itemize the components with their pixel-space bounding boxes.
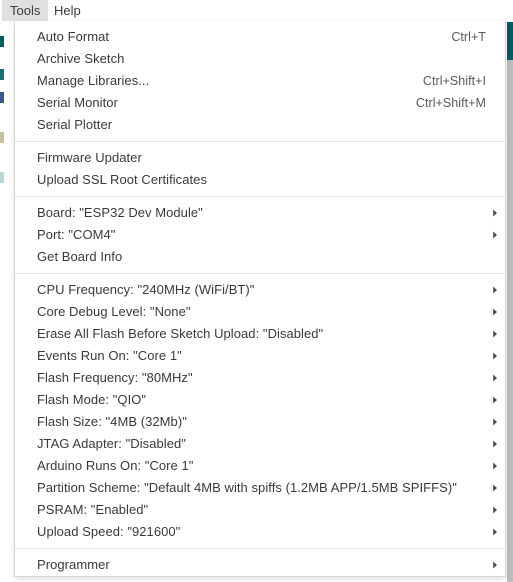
boards-manager-icon[interactable] — [0, 69, 4, 80]
menu-item-label: Events Run On: "Core 1" — [37, 348, 182, 363]
menu-item[interactable]: Programmer — [15, 554, 505, 576]
menu-item[interactable]: Burn Bootloader — [15, 576, 505, 577]
menu-item[interactable]: Serial Monitor Ctrl+Shift+M — [15, 92, 505, 114]
chevron-right-icon — [490, 505, 500, 515]
menu-item[interactable]: Erase All Flash Before Sketch Upload: "D… — [15, 323, 505, 345]
menu-separator — [15, 141, 505, 142]
menu-item-label: Board: "ESP32 Dev Module" — [37, 205, 203, 220]
chevron-right-icon — [490, 527, 500, 537]
menu-item[interactable]: Partition Scheme: "Default 4MB with spif… — [15, 477, 505, 499]
menu-item-label: Serial Plotter — [37, 117, 113, 132]
menu-item-label: Partition Scheme: "Default 4MB with spif… — [37, 480, 457, 495]
sketchbook-icon[interactable] — [0, 36, 4, 47]
menu-item-label: Programmer — [37, 557, 110, 572]
menu-item[interactable]: Upload SSL Root Certificates — [15, 169, 505, 191]
menu-item-label: Get Board Info — [37, 249, 123, 264]
menu-bar: Tools Help — [0, 0, 513, 21]
menu-item[interactable]: CPU Frequency: "240MHz (WiFi/BT)" — [15, 279, 505, 301]
menu-item-label: Flash Mode: "QIO" — [37, 392, 147, 407]
menu-item[interactable]: Core Debug Level: "None" — [15, 301, 505, 323]
menu-item[interactable]: Flash Mode: "QIO" — [15, 389, 505, 411]
menu-item-shortcut: Ctrl+Shift+I — [422, 74, 486, 88]
chevron-right-icon — [490, 329, 500, 339]
menu-item[interactable]: Flash Size: "4MB (32Mb)" — [15, 411, 505, 433]
tools-menu-list: Auto Format Ctrl+T Archive Sketch Manage Li… — [15, 21, 505, 577]
menu-item-label: Core Debug Level: "None" — [37, 304, 191, 319]
menu-item-label: Serial Monitor — [37, 95, 118, 110]
menu-item-label: Archive Sketch — [37, 51, 125, 66]
menu-item-label: Manage Libraries... — [37, 73, 150, 88]
menu-item[interactable]: Serial Plotter — [15, 114, 505, 136]
menu-item-label: Flash Size: "4MB (32Mb)" — [37, 414, 187, 429]
chevron-right-icon — [490, 461, 500, 471]
menu-item[interactable]: Board: "ESP32 Dev Module" — [15, 202, 505, 224]
menu-separator — [15, 196, 505, 197]
debug-icon[interactable] — [0, 132, 4, 143]
menu-item-label: Arduino Runs On: "Core 1" — [37, 458, 194, 473]
chevron-right-icon — [490, 285, 500, 295]
menu-item[interactable]: Manage Libraries... Ctrl+Shift+I — [15, 70, 505, 92]
menu-item[interactable]: Events Run On: "Core 1" — [15, 345, 505, 367]
chevron-right-icon — [490, 395, 500, 405]
menu-item-label: Auto Format — [37, 29, 110, 44]
tools-dropdown-menu: Auto Format Ctrl+T Archive Sketch Manage Li… — [14, 21, 506, 577]
menu-separator — [15, 548, 505, 549]
menu-item-label: Flash Frequency: "80MHz" — [37, 370, 193, 385]
menu-item[interactable]: Archive Sketch — [15, 48, 505, 70]
menu-item[interactable]: JTAG Adapter: "Disabled" — [15, 433, 505, 455]
menu-item-shortcut: Ctrl+T — [451, 30, 486, 44]
menu-item[interactable]: Flash Frequency: "80MHz" — [15, 367, 505, 389]
menu-item[interactable]: Auto Format Ctrl+T — [15, 26, 505, 48]
chevron-right-icon — [490, 373, 500, 383]
right-scrollbar-strip[interactable] — [507, 60, 513, 582]
activity-bar-rail — [0, 22, 5, 582]
library-manager-icon[interactable] — [0, 92, 4, 103]
menu-item[interactable]: Upload Speed: "921600" — [15, 521, 505, 543]
menu-item-label: Upload SSL Root Certificates — [37, 172, 207, 187]
chevron-right-icon — [490, 351, 500, 361]
menu-item[interactable]: PSRAM: "Enabled" — [15, 499, 505, 521]
menu-item-label: JTAG Adapter: "Disabled" — [37, 436, 186, 451]
chevron-right-icon — [490, 560, 500, 570]
menu-item-label: Firmware Updater — [37, 150, 142, 165]
chevron-right-icon — [490, 307, 500, 317]
menu-item-label: Erase All Flash Before Sketch Upload: "D… — [37, 326, 324, 341]
menu-item-label: PSRAM: "Enabled" — [37, 502, 149, 517]
menu-item-label: Upload Speed: "921600" — [37, 524, 181, 539]
menu-item-shortcut: Ctrl+Shift+M — [415, 96, 486, 110]
menu-item-label: Port: "COM4" — [37, 227, 116, 242]
menu-item[interactable]: Arduino Runs On: "Core 1" — [15, 455, 505, 477]
menu-item-label: CPU Frequency: "240MHz (WiFi/BT)" — [37, 282, 255, 297]
menu-separator — [15, 273, 505, 274]
menubar-item-tools[interactable]: Tools — [2, 0, 49, 21]
menu-item[interactable]: Firmware Updater — [15, 147, 505, 169]
chevron-right-icon — [490, 230, 500, 240]
chevron-right-icon — [490, 439, 500, 449]
chevron-right-icon — [490, 208, 500, 218]
menu-item-label: Burn Bootloader — [37, 576, 132, 577]
chevron-right-icon — [490, 417, 500, 427]
menu-item[interactable]: Port: "COM4" — [15, 224, 505, 246]
menubar-item-help[interactable]: Help — [46, 0, 89, 21]
right-accent-strip — [507, 22, 513, 60]
search-icon[interactable] — [0, 172, 4, 183]
chevron-right-icon — [490, 483, 500, 493]
menu-item[interactable]: Get Board Info — [15, 246, 505, 268]
